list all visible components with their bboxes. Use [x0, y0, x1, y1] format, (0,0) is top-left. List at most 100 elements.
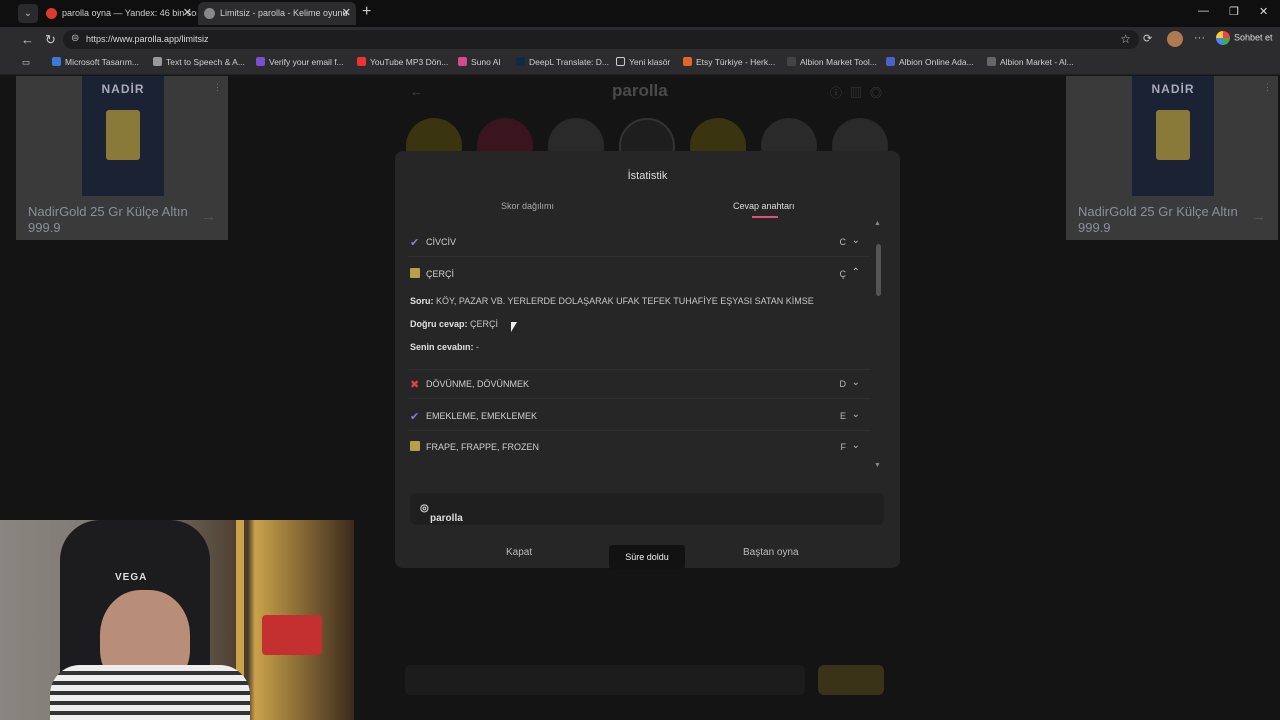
reload-icon[interactable]: ↻ — [45, 32, 56, 48]
chevron-up-icon[interactable]: ⌃ — [852, 267, 860, 278]
close-window-icon[interactable]: ✕ — [1259, 5, 1268, 18]
browser-tab-bar: ⌄ parolla oyna — Yandex: 46 bin sonuç ✕ … — [0, 0, 1280, 27]
minimize-icon[interactable]: — — [1198, 5, 1209, 17]
bookmark[interactable]: Albion Market Tool... — [787, 57, 877, 67]
ad-info-icon[interactable]: ⋮ — [1263, 82, 1272, 93]
answer-input[interactable] — [405, 665, 805, 695]
active-tab-indicator — [752, 216, 778, 218]
scroll-down-icon[interactable]: ▼ — [874, 462, 881, 469]
skip-icon — [410, 268, 420, 281]
reading-list-icon[interactable]: ▭ — [22, 57, 30, 68]
chat-icon — [1216, 31, 1230, 45]
bookmark-label: Verify your email f... — [269, 57, 344, 67]
chat-label: Sohbet et — [1234, 32, 1273, 43]
ad-title[interactable]: NadirGold 25 Gr Külçe Altın 999.9 — [28, 204, 198, 236]
maximize-icon[interactable]: ❐ — [1229, 5, 1239, 18]
submit-button[interactable] — [818, 665, 884, 695]
address-bar[interactable]: ⊜ https://www.parolla.app/limitsiz ☆ — [63, 30, 1139, 49]
restart-button[interactable]: Baştan oyna — [743, 547, 799, 558]
chevron-down-icon[interactable]: ⌄ — [852, 440, 860, 451]
close-tab-icon[interactable]: ✕ — [183, 2, 192, 25]
mouse-cursor — [511, 322, 517, 332]
extensions-icon[interactable]: ⟳ — [1143, 32, 1152, 45]
scroll-up-icon[interactable]: ▲ — [874, 220, 881, 227]
tab-yandex[interactable]: parolla oyna — Yandex: 46 bin sonuç ✕ — [40, 2, 197, 25]
answer-list[interactable]: ✔ CİVCİV C ⌄ ÇERÇİ Ç ⌃ Soru: KÖY, PAZAR … — [408, 226, 870, 471]
tab-answer-key[interactable]: Cevap anahtarı — [733, 201, 795, 211]
answer-letter: D — [839, 379, 847, 389]
answer-row[interactable]: FRAPE, FRAPPE, FROZEN F ⌄ — [408, 432, 870, 462]
bookmark[interactable]: Albion Online Ada... — [886, 57, 974, 67]
ad-image: NADİR — [1132, 76, 1214, 196]
answer-row[interactable]: ✔ CİVCİV C ⌄ — [408, 227, 870, 257]
chevron-down-icon[interactable]: ⌄ — [852, 377, 860, 388]
answer-row-expanded[interactable]: ÇERÇİ Ç ⌃ Soru: KÖY, PAZAR VB. YERLERDE … — [408, 259, 870, 370]
close-button[interactable]: Kapat — [506, 547, 532, 558]
bookmark[interactable]: Verify your email f... — [256, 57, 344, 67]
parolla-tab-icon — [204, 8, 215, 19]
bookmark-star-icon[interactable]: ☆ — [1120, 32, 1131, 46]
bookmark-label: Text to Speech & A... — [166, 57, 245, 67]
modal-title: İstatistik — [627, 170, 668, 182]
striped-shirt — [50, 665, 250, 720]
bookmark[interactable]: DeepL Translate: D... — [516, 57, 609, 67]
bookmark-label: Etsy Türkiye - Herk... — [696, 57, 776, 67]
share-card: ◎ parolla — [410, 493, 884, 525]
bookmark-label: Suno AI — [471, 57, 501, 67]
tab-list-button[interactable]: ⌄ — [18, 4, 38, 23]
ad-info-icon[interactable]: ⋮ — [213, 82, 222, 93]
ad-card-right[interactable]: NADİR ⋮ NadirGold 25 Gr Külçe Altın 999.… — [1066, 76, 1278, 240]
answer-letter: E — [839, 411, 846, 421]
arrow-right-icon[interactable]: → — [1251, 208, 1266, 225]
scroll-thumb[interactable] — [876, 244, 881, 296]
correct-answer-label: Doğru cevap: — [410, 319, 468, 329]
back-icon[interactable]: ← — [21, 32, 34, 47]
red-cloth — [262, 615, 322, 655]
tab-parolla[interactable]: Limitsiz - parolla - Kelime oyunu ✕ — [198, 2, 356, 25]
chevron-down-icon[interactable]: ⌄ — [852, 235, 860, 246]
ad-image: NADİR — [82, 76, 164, 196]
your-answer-label: Senin cevabın: — [410, 342, 474, 352]
bookmark-folder[interactable]: Yeni klasör — [616, 57, 670, 67]
answer-list-scrollbar[interactable]: ▲ ▼ — [874, 220, 882, 470]
correct-answer-text: ÇERÇİ — [470, 319, 499, 329]
chevron-down-icon[interactable]: ⌄ — [852, 409, 860, 420]
answer-letter: F — [840, 442, 847, 452]
profile-avatar[interactable] — [1167, 31, 1183, 47]
tab-score-distribution[interactable]: Skor dağılımı — [501, 201, 554, 211]
site-info-icon[interactable]: ⊜ — [71, 33, 79, 44]
new-tab-button[interactable]: + — [362, 3, 371, 21]
bookmark-label: Albion Market Tool... — [800, 57, 877, 67]
ad-card-left[interactable]: NADİR ⋮ NadirGold 25 Gr Külçe Altın 999.… — [16, 76, 228, 240]
ad-title[interactable]: NadirGold 25 Gr Külçe Altın 999.9 — [1078, 204, 1248, 236]
bookmark[interactable]: Microsoft Tasarım... — [52, 57, 139, 67]
gold-bar-image — [106, 110, 140, 160]
menu-icon[interactable]: ··· — [1194, 32, 1205, 44]
bookmark[interactable]: Suno AI — [458, 57, 501, 67]
answer-row[interactable]: ✖ DÖVÜNME, DÖVÜNMEK D ⌄ — [408, 369, 870, 399]
answer-row[interactable]: ✔ EMEKLEME, EMEKLEMEK E ⌄ — [408, 401, 870, 431]
close-tab-icon[interactable]: ✕ — [342, 2, 351, 25]
correct-answer-detail: Doğru cevap: ÇERÇİ — [410, 319, 498, 329]
chat-button[interactable]: Sohbet et — [1216, 31, 1273, 45]
app-header-icons[interactable]: ⓘ▥◎ — [830, 84, 890, 101]
app-back-icon[interactable]: ← — [410, 84, 423, 99]
tab-title: parolla oyna — Yandex: 46 bin sonuç — [62, 8, 197, 18]
your-answer-text: - — [476, 342, 480, 352]
arrow-right-icon[interactable]: → — [201, 208, 216, 225]
ad-brand: NADİR — [1151, 82, 1195, 96]
bookmark[interactable]: Text to Speech & A... — [153, 57, 245, 67]
bookmark[interactable]: YouTube MP3 Dön... — [357, 57, 448, 67]
check-icon: ✔ — [410, 411, 420, 423]
bookmark[interactable]: Etsy Türkiye - Herk... — [683, 57, 775, 67]
url-text[interactable]: https://www.parolla.app/limitsiz — [86, 34, 209, 44]
answer-letter: Ç — [839, 269, 847, 279]
cross-icon: ✖ — [410, 379, 420, 391]
chair-logo-text: VEGA — [115, 572, 148, 583]
bookmark-label: DeepL Translate: D... — [529, 57, 610, 67]
question-text: KÖY, PAZAR VB. YERLERDE DOLAŞARAK UFAK T… — [436, 296, 814, 306]
answer-word: DÖVÜNME, DÖVÜNMEK — [426, 379, 530, 389]
address-row: ← ↻ ⊜ https://www.parolla.app/limitsiz ☆ — [0, 27, 1280, 52]
gold-bar-image — [1156, 110, 1190, 160]
bookmark[interactable]: Albion Market - Al... — [987, 57, 1074, 67]
